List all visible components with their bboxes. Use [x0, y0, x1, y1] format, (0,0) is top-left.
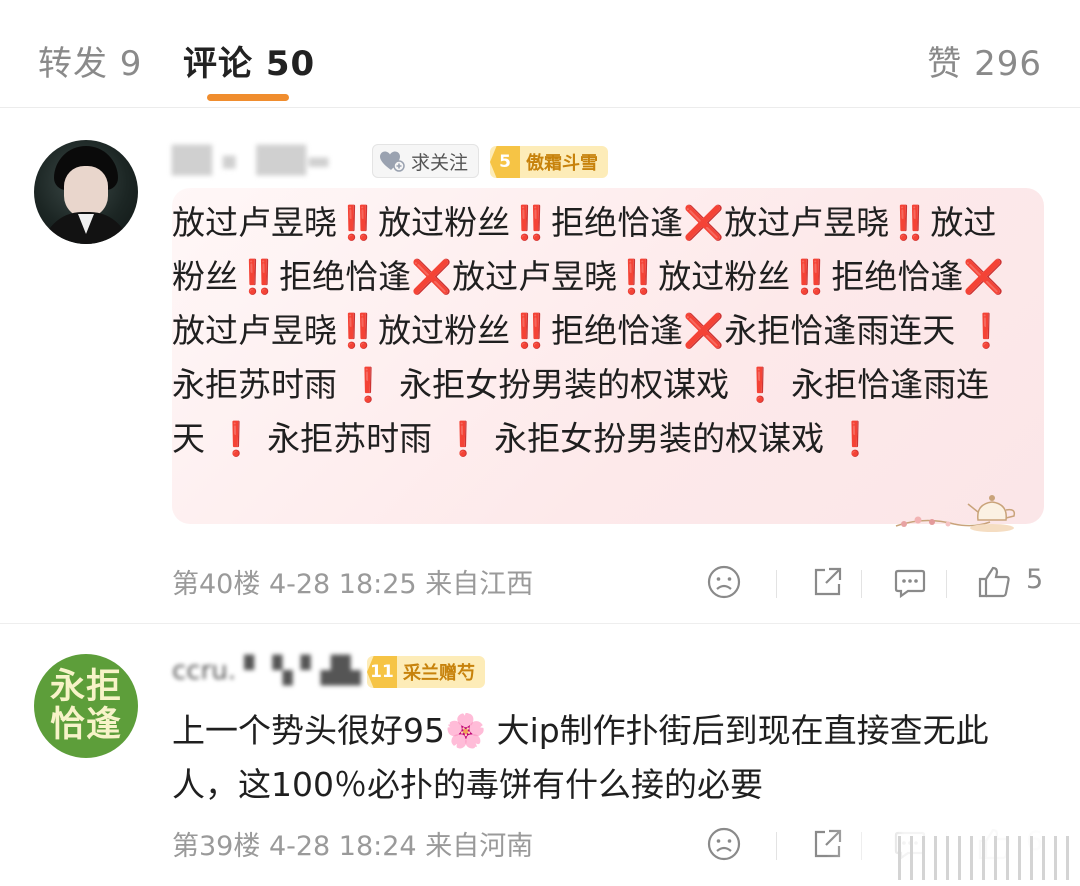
active-tab-indicator — [207, 94, 289, 101]
sad-face-icon[interactable] — [706, 564, 742, 604]
thumb-up-icon[interactable] — [976, 564, 1012, 604]
heart-plus-icon — [380, 151, 405, 172]
avatar-text: 恰逢 — [49, 705, 122, 745]
follow-label: 求关注 — [411, 151, 469, 174]
badge-level: 11 — [367, 656, 397, 688]
share-icon[interactable] — [809, 564, 845, 604]
watermark — [826, 826, 1080, 886]
badge-name: 傲霜斗雪 — [526, 153, 598, 174]
username[interactable]: ██ ▪ ▐██▬ — [172, 146, 331, 176]
tab-repost[interactable]: 转发 9 — [38, 36, 142, 85]
teapot-flowers-icon — [895, 495, 1016, 532]
avatar-text: 永拒 — [49, 667, 122, 707]
tab-comments[interactable]: 评论 50 — [183, 36, 315, 85]
username[interactable]: ccru. ▘ ▚ ▘▟▙ — [172, 656, 361, 686]
avatar[interactable] — [34, 140, 138, 244]
fan-badge: 11 采兰赠芍 — [367, 656, 485, 688]
tab-likes[interactable]: 赞 296 — [927, 36, 1042, 85]
badge-level: 5 — [490, 146, 520, 178]
comment-item: ██ ▪ ▐██▬ 求关注 5 傲霜斗雪 放过卢昱晓‼️放过粉丝‼️拒绝恰逢❌放… — [0, 108, 1080, 624]
comment-actions: 5 — [0, 558, 1080, 608]
follow-tag[interactable]: 求关注 — [372, 144, 480, 178]
avatar[interactable]: 永拒 恰逢 — [34, 654, 138, 758]
like-count: 5 — [1026, 564, 1044, 595]
comment-text: 放过卢昱晓‼️放过粉丝‼️拒绝恰逢❌放过卢昱晓‼️放过粉丝‼️拒绝恰逢❌放过卢昱… — [172, 203, 1007, 458]
comment-icon[interactable] — [892, 564, 928, 604]
fan-badge: 5 傲霜斗雪 — [490, 146, 608, 178]
comment-tabs: 转发 9 评论 50 赞 296 — [0, 0, 1080, 108]
sad-face-icon[interactable] — [706, 826, 742, 866]
badge-name: 采兰赠芍 — [403, 663, 475, 684]
comment-text: 上一个势头很好95🌸 大ip制作扑街后到现在直接查无此人，这100％必扑的毒饼有… — [172, 711, 989, 804]
